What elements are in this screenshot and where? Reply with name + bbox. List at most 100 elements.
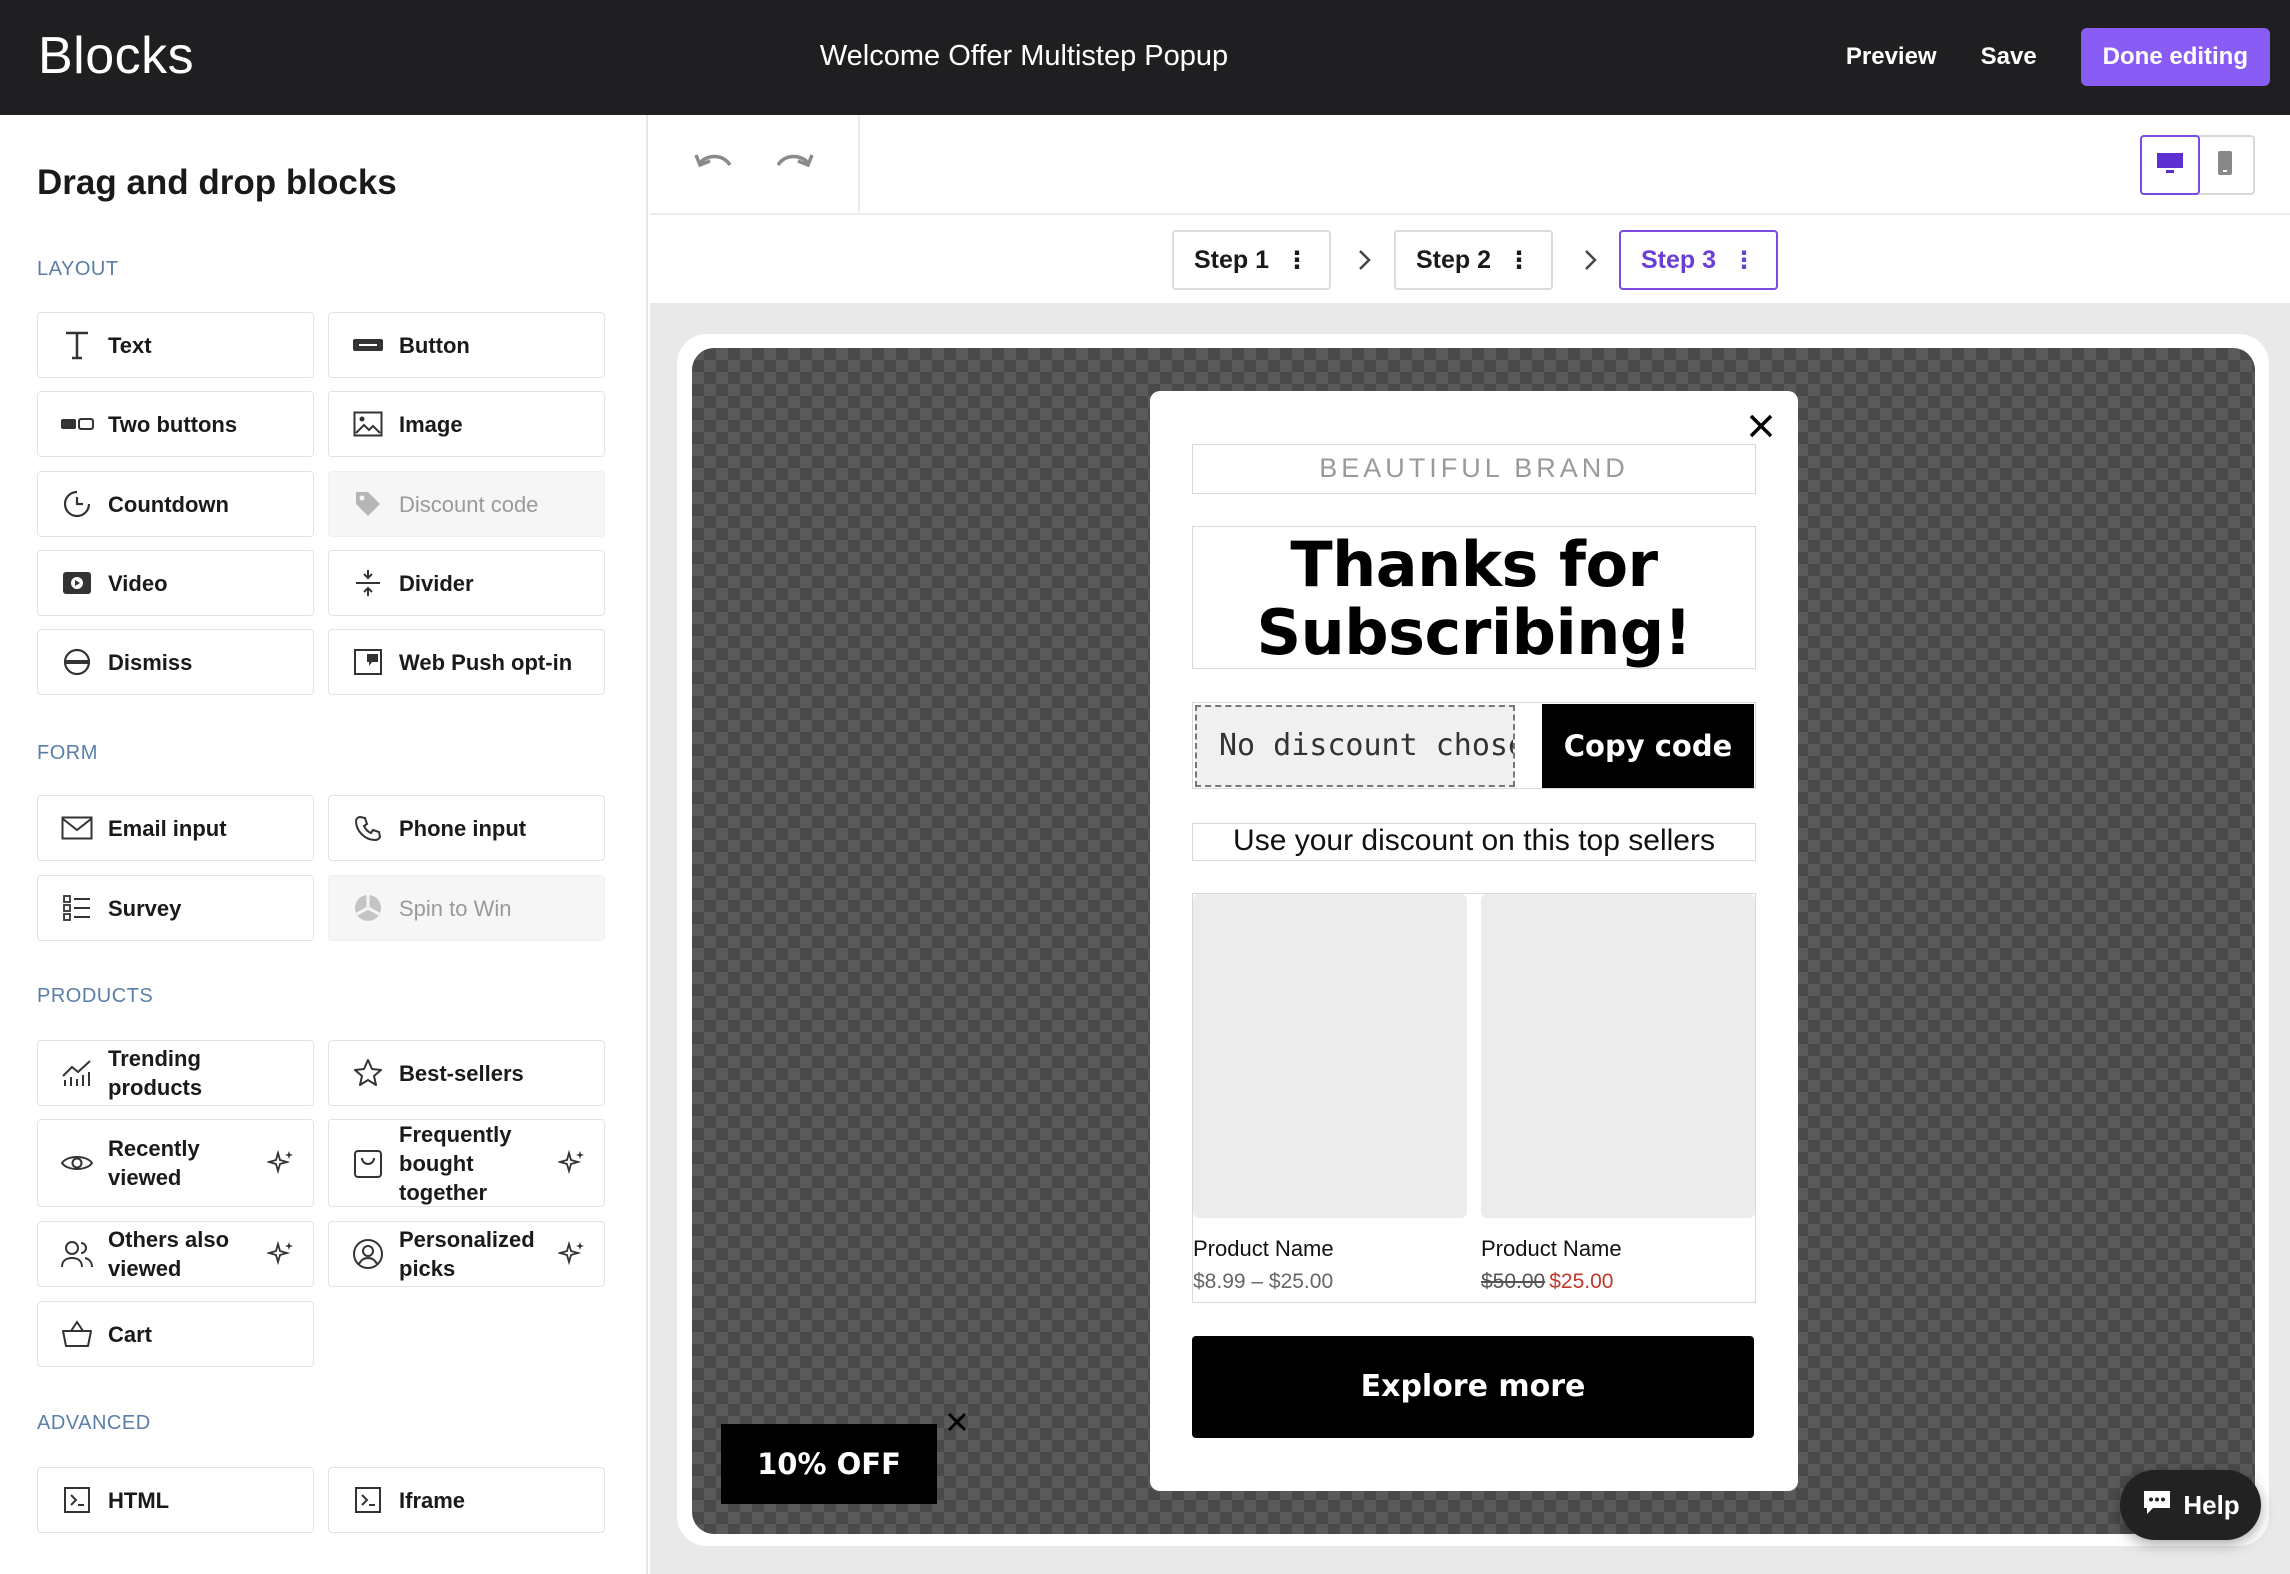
teaser-badge[interactable]: 10% OFF: [721, 1424, 937, 1504]
block-iframe[interactable]: Iframe: [328, 1467, 605, 1533]
section-layout: LAYOUT: [37, 258, 119, 280]
product-name: Product Name: [1193, 1236, 1334, 1261]
two-buttons-icon: [60, 407, 94, 441]
help-button[interactable]: Help: [2120, 1470, 2261, 1540]
steps-bar: Step 1 ⋮ Step 2 ⋮ Step 3 ⋮: [650, 215, 2290, 305]
block-label: Two buttons: [108, 411, 238, 437]
block-discount-code[interactable]: Discount code: [328, 471, 605, 537]
web-push-icon: [351, 645, 385, 679]
trending-icon: [60, 1056, 94, 1090]
block-cart[interactable]: Cart: [37, 1301, 314, 1367]
block-label: Iframe: [399, 1487, 466, 1513]
redo-icon[interactable]: [772, 147, 816, 183]
brand-text[interactable]: BEAUTIFUL BRAND: [1192, 444, 1756, 494]
history-controls: [650, 115, 860, 215]
block-image[interactable]: Image: [328, 391, 605, 457]
product-card[interactable]: Product Name $8.99 – $25.00: [1193, 894, 1467, 1294]
phone-icon: [351, 811, 385, 845]
section-products: PRODUCTS: [37, 985, 154, 1007]
block-trending-products[interactable]: Trending products: [37, 1040, 314, 1106]
block-recently-viewed[interactable]: Recently viewed: [37, 1119, 314, 1207]
desktop-view-button[interactable]: [2140, 135, 2200, 195]
help-label: Help: [2183, 1489, 2240, 1520]
product-price: $8.99 – $25.00: [1193, 1270, 1334, 1293]
block-countdown[interactable]: Countdown: [37, 471, 314, 537]
block-label: Personalized picks: [399, 1227, 535, 1281]
sale-price: $25.00: [1549, 1270, 1614, 1293]
sparkle-icon: [265, 1240, 295, 1268]
preview-button[interactable]: Preview: [1824, 28, 1959, 86]
block-label: Video: [108, 570, 168, 596]
block-label: Frequently bought together: [399, 1121, 512, 1205]
tag-icon: [351, 487, 385, 521]
step-1-tab[interactable]: Step 1 ⋮: [1172, 230, 1332, 290]
block-phone-input[interactable]: Phone input: [328, 795, 605, 861]
sparkle-icon: [265, 1149, 295, 1177]
old-price: $50.00: [1481, 1270, 1546, 1293]
close-icon[interactable]: [1746, 411, 1776, 441]
block-label: Trending products: [108, 1046, 203, 1100]
block-label: Email input: [108, 815, 227, 841]
image-icon: [351, 407, 385, 441]
star-icon: [351, 1056, 385, 1090]
block-label: Button: [399, 332, 470, 358]
copy-code-button[interactable]: Copy code: [1542, 704, 1754, 788]
survey-icon: [60, 891, 94, 925]
sparkle-icon: [556, 1240, 586, 1268]
text-icon: [60, 328, 94, 362]
block-spin-to-win[interactable]: Spin to Win: [328, 875, 605, 941]
headline-text[interactable]: Thanks for Subscribing!: [1192, 526, 1756, 669]
kebab-menu-icon[interactable]: ⋮: [1507, 246, 1531, 275]
step-label: Step 2: [1416, 245, 1492, 274]
block-survey[interactable]: Survey: [37, 875, 314, 941]
block-label: Text: [108, 332, 152, 358]
block-video[interactable]: Video: [37, 550, 314, 616]
section-advanced: ADVANCED: [37, 1412, 151, 1434]
block-label: Others also viewed: [108, 1227, 230, 1281]
mobile-view-button[interactable]: [2198, 137, 2254, 193]
step-3-tab[interactable]: Step 3 ⋮: [1619, 230, 1779, 290]
spin-wheel-icon: [351, 891, 385, 925]
block-two-buttons[interactable]: Two buttons: [37, 391, 314, 457]
products-block[interactable]: Product Name $8.99 – $25.00 Product Name…: [1192, 893, 1756, 1303]
bag-icon: [351, 1146, 385, 1180]
basket-icon: [60, 1317, 94, 1351]
block-personalized-picks[interactable]: Personalized picks: [328, 1221, 605, 1287]
block-html[interactable]: HTML: [37, 1467, 314, 1533]
done-editing-button[interactable]: Done editing: [2080, 28, 2270, 86]
block-web-push[interactable]: Web Push opt-in: [328, 629, 605, 695]
product-image: [1193, 894, 1467, 1218]
undo-icon[interactable]: [692, 147, 736, 183]
block-dismiss[interactable]: Dismiss: [37, 629, 314, 695]
step-2-tab[interactable]: Step 2 ⋮: [1394, 230, 1554, 290]
user-circle-icon: [351, 1237, 385, 1271]
block-text[interactable]: Text: [37, 312, 314, 378]
discount-code-block: No discount chosen Copy code: [1192, 702, 1756, 789]
block-others-also-viewed[interactable]: Others also viewed: [37, 1221, 314, 1287]
popup-card: BEAUTIFUL BRAND Thanks for Subscribing! N…: [1150, 391, 1798, 1491]
block-label: Countdown: [108, 491, 229, 517]
kebab-menu-icon[interactable]: ⋮: [1732, 246, 1756, 275]
explore-more-button[interactable]: Explore more: [1192, 1336, 1754, 1438]
section-form: FORM: [37, 742, 98, 764]
block-best-sellers[interactable]: Best-sellers: [328, 1040, 605, 1106]
sparkle-icon: [556, 1149, 586, 1177]
block-divider[interactable]: Divider: [328, 550, 605, 616]
email-icon: [60, 811, 94, 845]
product-card[interactable]: Product Name $50.00 $25.00: [1481, 894, 1755, 1294]
block-frequently-bought-together[interactable]: Frequently bought together: [328, 1119, 605, 1207]
discount-code-field[interactable]: No discount chosen: [1195, 705, 1515, 787]
kebab-menu-icon[interactable]: ⋮: [1285, 246, 1309, 275]
chevron-right-icon: [1578, 245, 1602, 275]
device-toggle: [2140, 135, 2255, 195]
top-bar: Blocks Welcome Offer Multistep Popup Pre…: [0, 0, 2290, 115]
save-button[interactable]: Save: [1959, 28, 2059, 86]
top-actions: Preview Save Done editing: [1824, 28, 2270, 86]
close-icon[interactable]: [945, 1410, 969, 1434]
product-name: Product Name: [1481, 1236, 1622, 1261]
block-button[interactable]: Button: [328, 312, 605, 378]
subline-text[interactable]: Use your discount on this top sellers: [1192, 823, 1756, 861]
popup-title[interactable]: Welcome Offer Multistep Popup: [0, 40, 2048, 73]
block-label: Spin to Win: [399, 895, 512, 921]
block-email-input[interactable]: Email input: [37, 795, 314, 861]
